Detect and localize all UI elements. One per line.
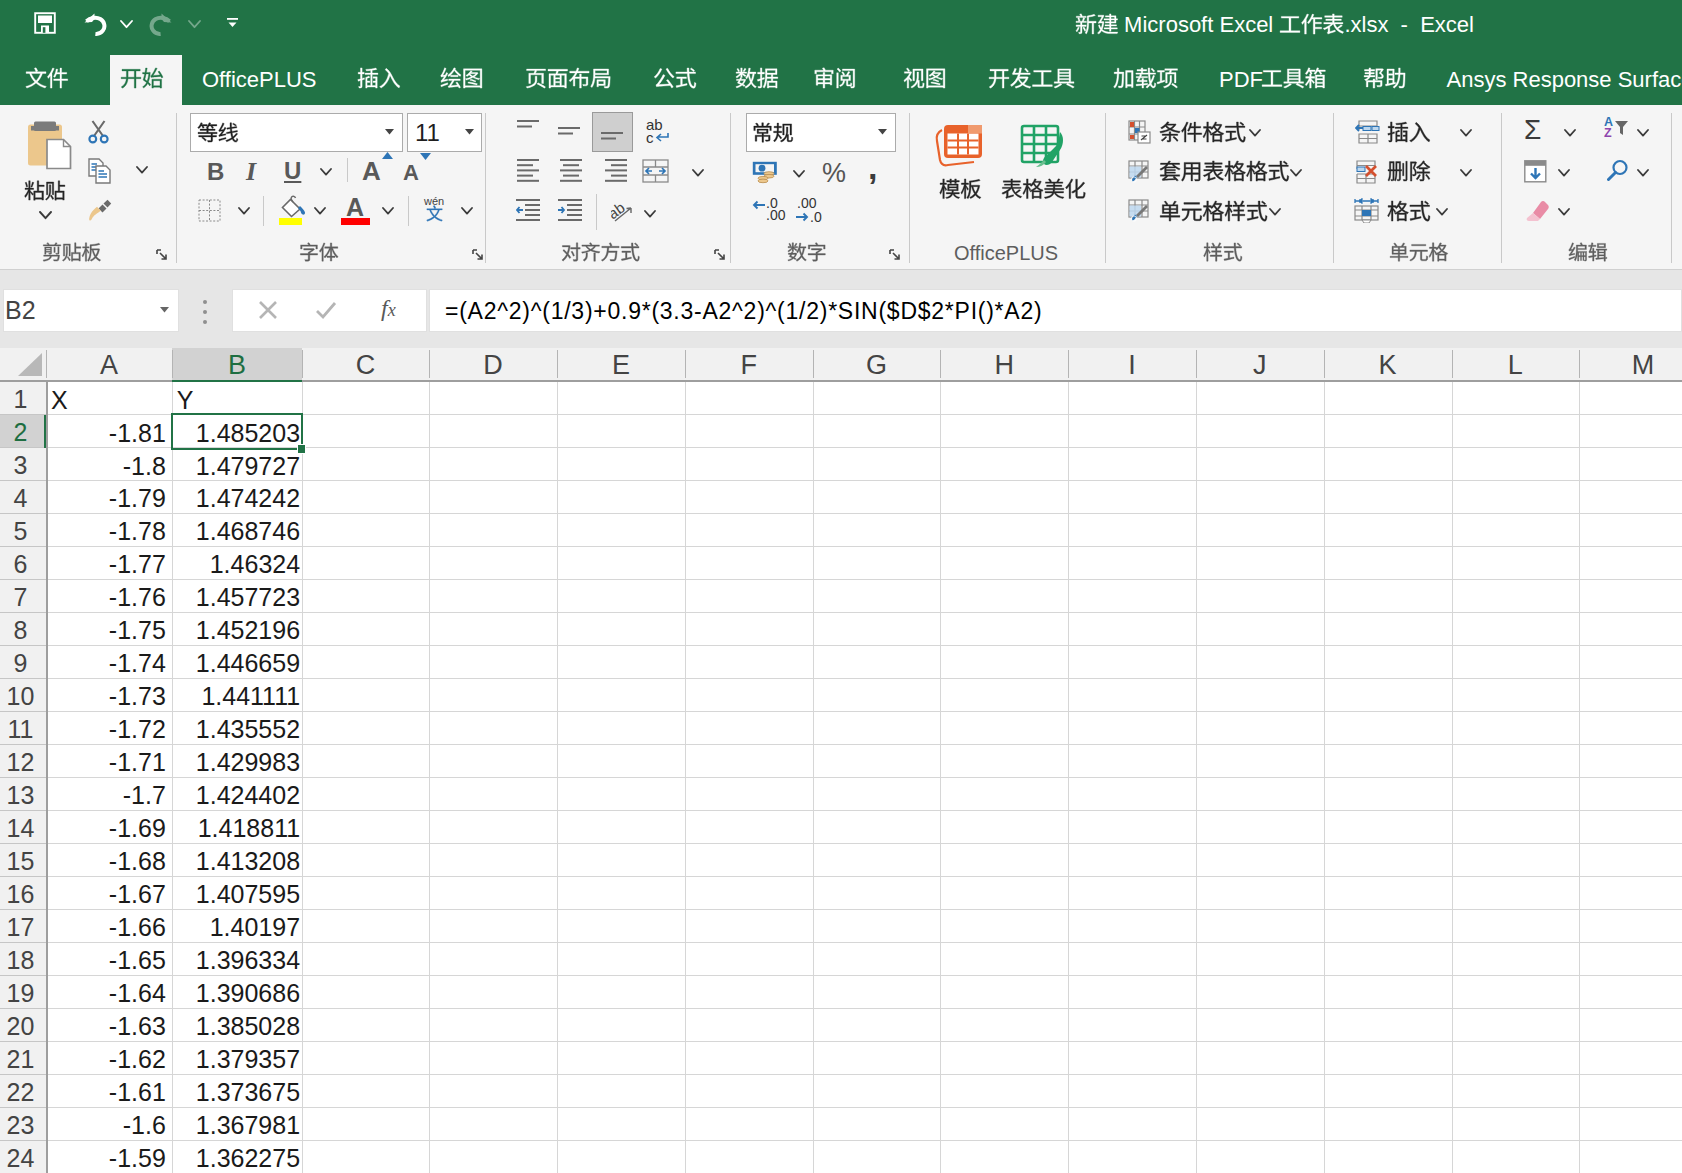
svg-text:ab: ab xyxy=(611,200,628,222)
